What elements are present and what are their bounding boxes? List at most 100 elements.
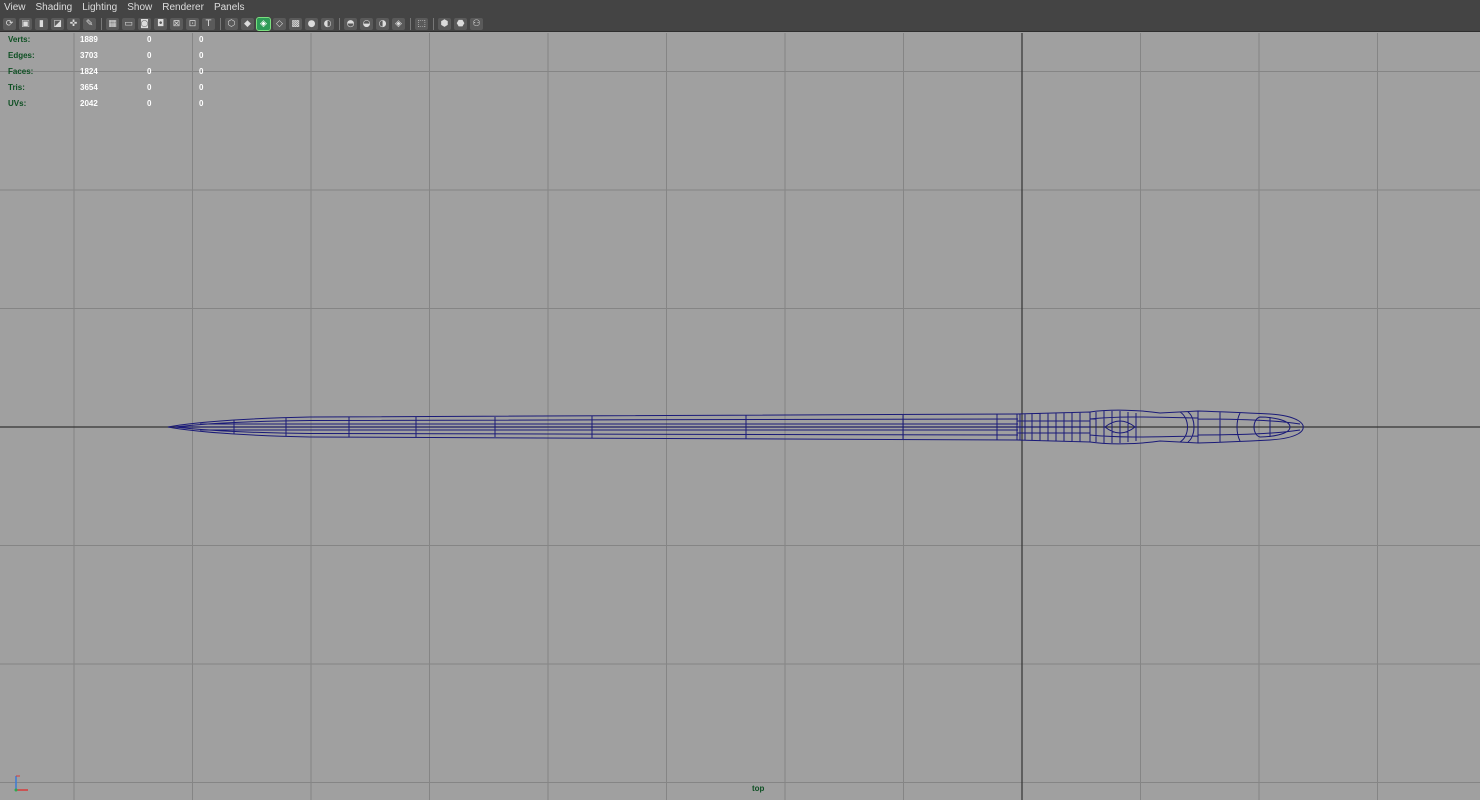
hud-row: Verts: 1889 0 0 bbox=[8, 35, 228, 51]
hud-toggle-button[interactable]: ⚇ bbox=[470, 17, 483, 30]
field-chart-icon: ⊠ bbox=[172, 18, 181, 29]
menu-renderer[interactable]: Renderer bbox=[158, 0, 210, 16]
film-gate-button[interactable]: ▭ bbox=[122, 17, 135, 30]
select-camera-icon: ⟳ bbox=[5, 18, 14, 29]
use-all-lights-button[interactable]: ● bbox=[305, 17, 318, 30]
hud-stat-total: 3703 bbox=[80, 51, 98, 60]
hud-row: Tris: 3654 0 0 bbox=[8, 83, 228, 99]
toolbar-separator bbox=[433, 17, 434, 30]
multisample-aa-icon: ◑ bbox=[378, 18, 387, 29]
screen-space-ao-button[interactable]: ◓ bbox=[344, 17, 357, 30]
hud-stat-selected: 0 bbox=[147, 51, 152, 60]
hud-stat-label: UVs: bbox=[8, 99, 27, 108]
grid-toggle-icon: ▦ bbox=[108, 18, 117, 29]
maya-viewport-panel: View Shading Lighting Show Renderer Pane… bbox=[0, 0, 1480, 800]
menu-shading[interactable]: Shading bbox=[32, 0, 79, 16]
menu-panels[interactable]: Panels bbox=[210, 0, 251, 16]
textured-icon: ▩ bbox=[291, 18, 300, 29]
hud-row: UVs: 2042 0 0 bbox=[8, 99, 228, 115]
resolution-gate-icon: ◙ bbox=[140, 18, 149, 29]
isolate-select-icon: ⬚ bbox=[417, 18, 426, 29]
motion-blur-icon: ◒ bbox=[362, 18, 371, 29]
model-guard bbox=[1016, 411, 1091, 443]
use-all-lights-icon: ● bbox=[307, 18, 316, 29]
toolbar-separator bbox=[220, 17, 221, 30]
hud-stat-selected-count: 0 bbox=[199, 35, 204, 44]
safe-action-icon: ⊡ bbox=[188, 18, 197, 29]
poly-count-hud: Verts: 1889 0 0 Edges: 3703 0 0 Faces: 1824 0 0 Tris… bbox=[8, 35, 228, 115]
xray-joints-icon: ⬢ bbox=[440, 18, 449, 29]
hud-stat-total: 1824 bbox=[80, 67, 98, 76]
panel-toolbar: ⟳ ▣ ▮ ◪ ✜ ✎ ▦ ▭ ◙ ◘ ⊠ ⊡ T ⬡ ◆ ◈ ◇ ▩ ● ◐ ◓ ◒ ◑ ◈ ⬚ ⬢ ⬣ ⚇ bbox=[0, 16, 1480, 32]
depth-of-field-button[interactable]: ◈ bbox=[392, 17, 405, 30]
image-plane-button[interactable]: ◪ bbox=[51, 17, 64, 30]
depth-of-field-icon: ◈ bbox=[395, 18, 402, 29]
viewport-3d[interactable]: Verts: 1889 0 0 Edges: 3703 0 0 Faces: 1824 0 0 Tris… bbox=[0, 33, 1480, 800]
grid-toggle-button[interactable]: ▦ bbox=[106, 17, 119, 30]
textured-button[interactable]: ▩ bbox=[289, 17, 302, 30]
menu-show[interactable]: Show bbox=[123, 0, 158, 16]
two-d-pan-zoom-button[interactable]: ✜ bbox=[67, 17, 80, 30]
isolate-select-button[interactable]: ⬚ bbox=[415, 17, 428, 30]
hud-stat-selected: 0 bbox=[147, 67, 152, 76]
gate-mask-button[interactable]: ◘ bbox=[154, 17, 167, 30]
hud-stat-label: Verts: bbox=[8, 35, 31, 44]
two-d-pan-zoom-icon: ✜ bbox=[69, 18, 78, 29]
multisample-aa-button[interactable]: ◑ bbox=[376, 17, 389, 30]
hud-stat-selected-count: 0 bbox=[199, 67, 204, 76]
view-axis-icon bbox=[14, 775, 28, 792]
wireframe-on-shaded-icon: ◈ bbox=[260, 18, 267, 29]
gate-mask-icon: ◘ bbox=[156, 18, 165, 29]
hud-stat-total: 1889 bbox=[80, 35, 98, 44]
resolution-gate-button[interactable]: ◙ bbox=[138, 17, 151, 30]
select-camera-button[interactable]: ⟳ bbox=[3, 17, 16, 30]
model-blade-centerline bbox=[178, 423, 1018, 431]
hud-stat-selected-count: 0 bbox=[199, 83, 204, 92]
toolbar-separator bbox=[410, 17, 411, 30]
motion-blur-button[interactable]: ◒ bbox=[360, 17, 373, 30]
xray-active-components-button[interactable]: ⬣ bbox=[454, 17, 467, 30]
wireframe-button[interactable]: ⬡ bbox=[225, 17, 238, 30]
hud-row: Edges: 3703 0 0 bbox=[8, 51, 228, 67]
wireframe-icon: ⬡ bbox=[227, 18, 236, 29]
wireframe-on-shaded-button[interactable]: ◈ bbox=[256, 16, 271, 31]
menu-view[interactable]: View bbox=[0, 0, 32, 16]
origin-axes bbox=[0, 33, 1480, 800]
grease-pencil-button[interactable]: ✎ bbox=[83, 17, 96, 30]
hud-stat-total: 2042 bbox=[80, 99, 98, 108]
grease-pencil-icon: ✎ bbox=[85, 18, 94, 29]
film-gate-icon: ▭ bbox=[124, 18, 133, 29]
xray-joints-button[interactable]: ⬢ bbox=[438, 17, 451, 30]
hud-stat-label: Edges: bbox=[8, 51, 35, 60]
image-plane-icon: ◪ bbox=[53, 18, 62, 29]
viewport-canvas[interactable] bbox=[0, 33, 1480, 800]
camera-name-label: top bbox=[752, 784, 765, 793]
hud-stat-selected-count: 0 bbox=[199, 51, 204, 60]
hud-stat-label: Faces: bbox=[8, 67, 34, 76]
shadows-icon: ◐ bbox=[323, 18, 332, 29]
safe-title-icon: T bbox=[205, 18, 212, 29]
viewport-grid bbox=[0, 33, 1480, 800]
toolbar-separator bbox=[101, 17, 102, 30]
toolbar-separator bbox=[339, 17, 340, 30]
shadows-button[interactable]: ◐ bbox=[321, 17, 334, 30]
safe-action-button[interactable]: ⊡ bbox=[186, 17, 199, 30]
camera-attributes-icon: ▣ bbox=[21, 18, 30, 29]
xray-button[interactable]: ◇ bbox=[273, 17, 286, 30]
hud-stat-selected: 0 bbox=[147, 99, 152, 108]
hud-row: Faces: 1824 0 0 bbox=[8, 67, 228, 83]
smooth-shade-button[interactable]: ◆ bbox=[241, 17, 254, 30]
bookmarks-button[interactable]: ▮ bbox=[35, 17, 48, 30]
screen-space-ao-icon: ◓ bbox=[346, 18, 355, 29]
hud-stat-label: Tris: bbox=[8, 83, 25, 92]
hud-stat-selected: 0 bbox=[147, 35, 152, 44]
field-chart-button[interactable]: ⊠ bbox=[170, 17, 183, 30]
hud-toggle-icon: ⚇ bbox=[472, 18, 481, 29]
hud-stat-selected: 0 bbox=[147, 83, 152, 92]
safe-title-button[interactable]: T bbox=[202, 17, 215, 30]
smooth-shade-icon: ◆ bbox=[244, 18, 251, 29]
camera-attributes-button[interactable]: ▣ bbox=[19, 17, 32, 30]
xray-icon: ◇ bbox=[276, 18, 283, 29]
menu-lighting[interactable]: Lighting bbox=[78, 0, 123, 16]
hud-stat-selected-count: 0 bbox=[199, 99, 204, 108]
